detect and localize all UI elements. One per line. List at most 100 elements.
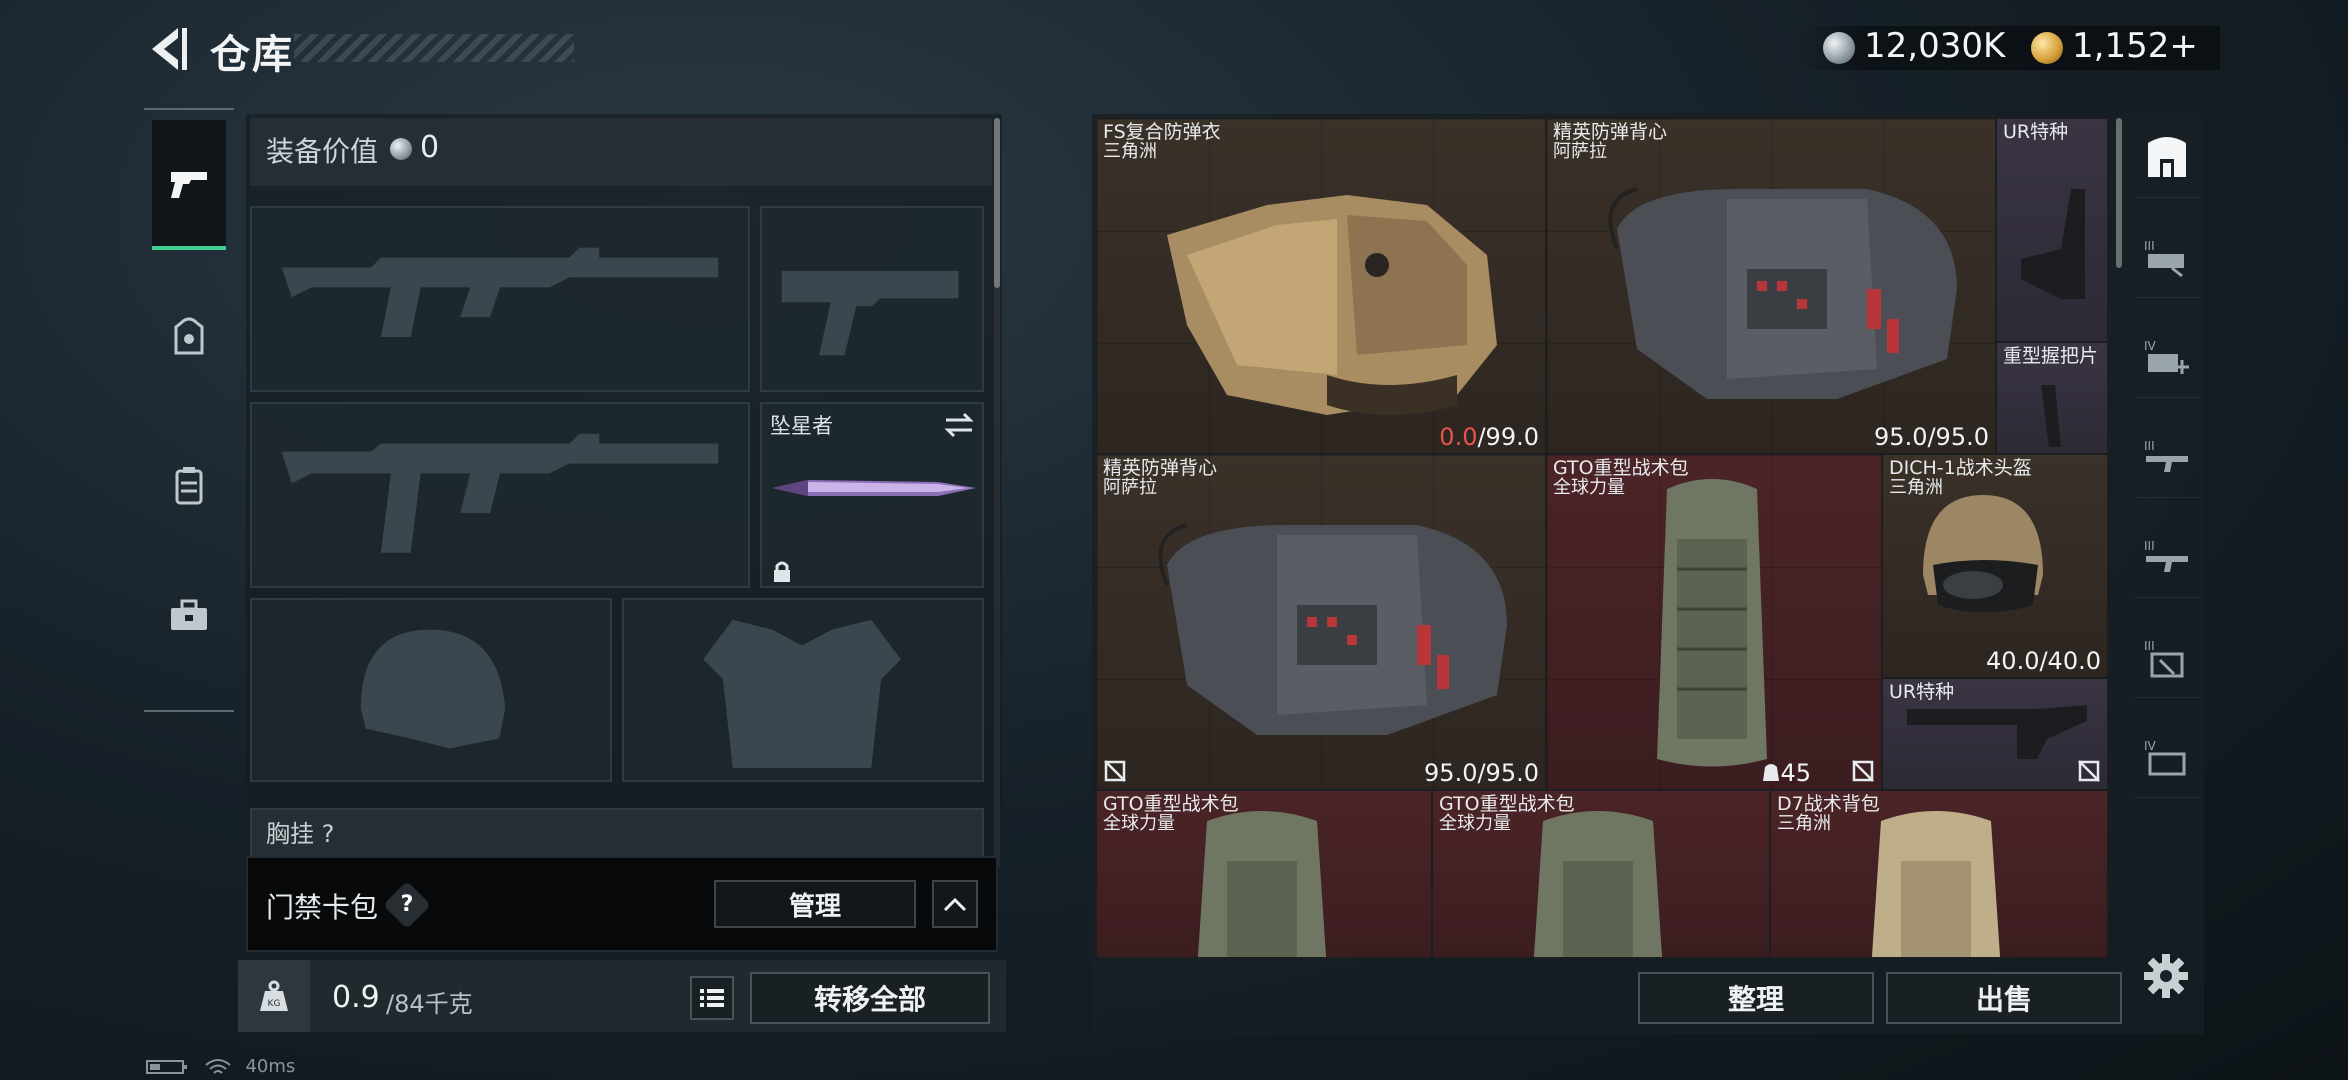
no-insurance-icon — [1104, 760, 1126, 782]
item-name: GTO重型战术包 — [1553, 457, 1689, 479]
sell-button[interactable]: 出售 — [1886, 972, 2122, 1024]
inventory-item[interactable]: 精英防弹背心 阿萨拉 95.0/95.0 — [1096, 454, 1546, 790]
svg-text:III: III — [2144, 239, 2155, 253]
item-name: GTO重型战术包 — [1439, 793, 1575, 815]
svg-text:IV: IV — [2144, 739, 2157, 753]
item-name: GTO重型战术包 — [1103, 793, 1239, 815]
filter-medical[interactable]: IV — [2134, 318, 2200, 398]
svg-text:KG: KG — [268, 999, 281, 1009]
item-faction: 全球力量 — [1439, 813, 1511, 834]
item-faction: 三角洲 — [1889, 477, 1943, 498]
grip-attachment-art — [2041, 385, 2061, 447]
helmet-silhouette — [360, 629, 506, 749]
tab-toolbox[interactable] — [152, 550, 226, 680]
tab-backpack[interactable] — [152, 270, 226, 400]
helmet-art — [1923, 495, 2043, 613]
secondary-rifle-slot[interactable] — [250, 402, 750, 588]
melee-slot[interactable]: 坠星者 — [760, 402, 984, 588]
filter-armor[interactable]: III — [2134, 618, 2200, 698]
tab-container[interactable] — [152, 420, 226, 550]
wifi-icon — [205, 1059, 231, 1074]
armor-slot[interactable] — [622, 598, 984, 782]
transfer-all-button[interactable]: 转移全部 — [750, 972, 990, 1024]
durability: 40.0/40.0 — [1986, 647, 2101, 675]
collapse-button[interactable] — [932, 880, 978, 928]
item-faction: 全球力量 — [1103, 813, 1175, 834]
inventory-item[interactable]: 重型握把片 — [1996, 342, 2108, 454]
inventory-item[interactable]: GTO重型战术包 全球力量 — [1096, 790, 1432, 958]
equipment-value-label: 装备价值 — [266, 135, 379, 168]
equipment-scroll-thumb[interactable] — [994, 118, 1000, 288]
stock-attachment-art — [1907, 705, 2087, 759]
item-faction: 阿萨拉 — [1103, 477, 1157, 498]
assault-rifle-silhouette — [281, 247, 719, 337]
inventory-item[interactable]: FS复合防弹衣 三角洲 0.0/99.0 — [1096, 118, 1546, 454]
battery-icon — [146, 1060, 187, 1074]
keycard-label: 门禁卡包 — [266, 891, 379, 924]
filter-attachment[interactable]: III — [2134, 218, 2200, 298]
item-name: D7战术背包 — [1777, 793, 1880, 815]
category-nav — [144, 108, 234, 712]
no-insurance-icon — [2078, 760, 2100, 782]
filter-rail: III IV III III III IV — [2134, 118, 2200, 918]
knife-item-art — [772, 480, 976, 496]
inventory-item[interactable]: 精英防弹背心 阿萨拉 95.0/95.0 — [1546, 118, 1996, 454]
svg-text:III: III — [2144, 539, 2155, 553]
item-name: 重型握把片 — [2003, 345, 2099, 367]
equipment-value: 0 — [420, 130, 440, 165]
gold-currency-value[interactable]: 1,152+ — [2072, 26, 2198, 66]
rifle-icon: III — [2144, 539, 2188, 572]
secondary-weapon-slot[interactable] — [760, 206, 984, 392]
weight-icon: KG — [238, 960, 310, 1032]
item-name: UR特种 — [2003, 121, 2069, 143]
filter-rifle[interactable]: III — [2134, 418, 2200, 498]
page-title: 仓库 — [210, 32, 294, 78]
all-items-icon — [2148, 136, 2186, 177]
elite-vest-art — [1158, 523, 1507, 735]
help-icon[interactable]: ? — [390, 888, 424, 922]
no-insurance-icon — [1852, 760, 1874, 782]
svg-text:IV: IV — [2144, 339, 2157, 353]
rifle-icon: III — [2144, 439, 2188, 472]
primary-weapon-slot[interactable] — [250, 206, 750, 392]
filter-rifle-2[interactable]: III — [2134, 518, 2200, 598]
toolbox-icon — [171, 599, 207, 630]
elite-vest-art — [1608, 187, 1957, 399]
network-status: 40ms — [146, 1056, 295, 1077]
item-name: 精英防弹背心 — [1553, 121, 1668, 143]
list-view-button[interactable] — [690, 976, 734, 1020]
pistol-silhouette — [781, 270, 959, 356]
chest-rig-label: 胸挂 ? — [266, 820, 335, 848]
inventory-item[interactable]: UR特种 — [1882, 678, 2108, 790]
inventory-scrollbar[interactable] — [2116, 118, 2122, 268]
silver-coin-icon — [1823, 32, 1855, 64]
inventory-item[interactable]: GTO重型战术包 全球力量 — [1432, 790, 1770, 958]
filter-ammo[interactable]: IV — [2134, 718, 2200, 798]
ping-value: 40ms — [245, 1056, 296, 1077]
chest-rig-slot[interactable] — [250, 808, 984, 858]
helmet-slot[interactable] — [250, 598, 612, 782]
inventory-item[interactable]: DICH-1战术头盔 三角洲 40.0/40.0 — [1882, 454, 2108, 678]
tab-weapons[interactable] — [152, 120, 226, 250]
chevron-up-icon — [943, 897, 967, 912]
silver-coin-icon — [390, 138, 412, 160]
tactical-backpack-art — [1197, 811, 1327, 957]
manage-button[interactable]: 管理 — [714, 880, 916, 928]
svg-text:III: III — [2144, 639, 2155, 653]
gear-icon[interactable] — [2142, 952, 2190, 1000]
swap-icon[interactable] — [944, 412, 974, 438]
sort-button[interactable]: 整理 — [1638, 972, 1874, 1024]
back-arrow-icon[interactable] — [144, 24, 188, 74]
item-faction: 三角洲 — [1777, 813, 1831, 834]
item-faction: 全球力量 — [1553, 477, 1625, 498]
inventory-item[interactable]: GTO重型战术包 全球力量 45 — [1546, 454, 1882, 790]
filter-all[interactable] — [2134, 118, 2200, 198]
title-decoration — [294, 34, 574, 62]
inventory-item[interactable]: D7战术背包 三角洲 — [1770, 790, 2108, 958]
body-armor-art — [1167, 195, 1497, 415]
pistol-icon — [171, 172, 207, 198]
inventory-item[interactable]: UR特种 — [1996, 118, 2108, 342]
silver-currency-value: 12,030K — [1864, 26, 2006, 66]
inventory-grid: FS复合防弹衣 三角洲 0.0/99.0 精英防弹背心 阿萨拉 95.0/95.… — [1096, 118, 2108, 958]
armor-silhouette — [703, 619, 901, 769]
